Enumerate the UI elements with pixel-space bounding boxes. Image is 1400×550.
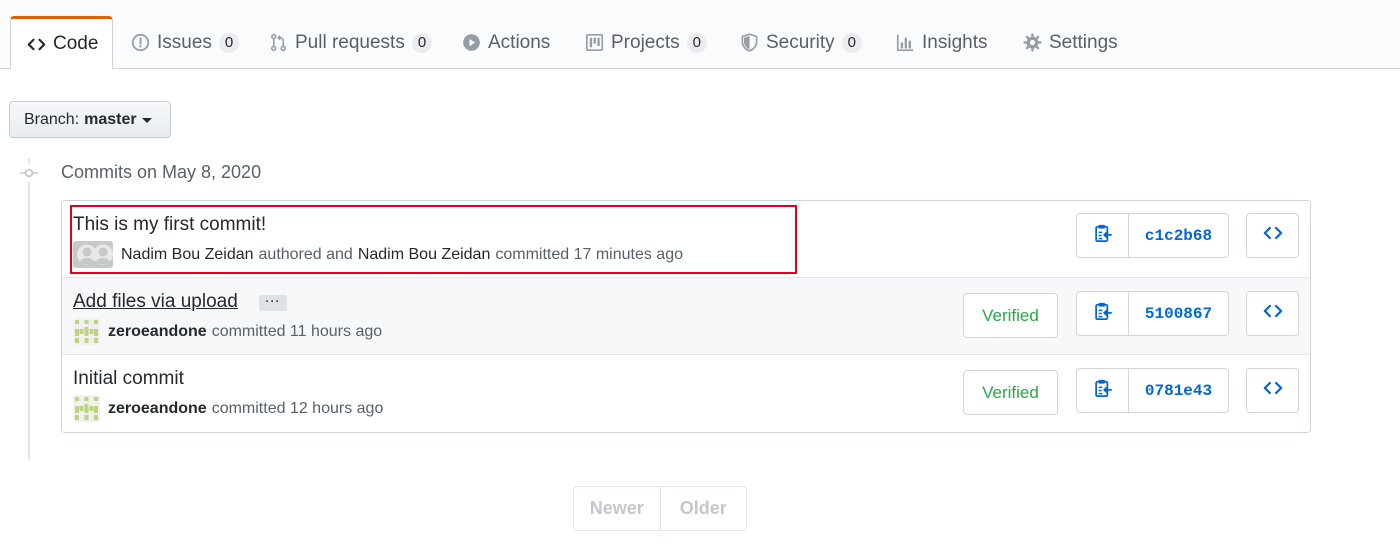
verified-badge[interactable]: Verified — [963, 293, 1058, 338]
project-icon — [584, 33, 604, 53]
browse-repo-button[interactable] — [1246, 368, 1299, 413]
branch-label: Branch: — [24, 110, 80, 128]
sha-button-group: 0781e43 — [1076, 368, 1229, 413]
committed-time: committed 17 minutes ago — [495, 245, 683, 263]
gear-icon — [1022, 33, 1042, 53]
committer-link[interactable]: Nadim Bou Zeidan — [358, 246, 491, 264]
avatar[interactable] — [73, 318, 100, 345]
tab-projects[interactable]: Projects 0 — [584, 16, 707, 69]
clippy-icon — [1093, 301, 1113, 326]
caret-down-icon — [141, 118, 152, 123]
code-icon — [1263, 223, 1283, 248]
tab-pull-requests[interactable]: Pull requests 0 — [268, 16, 433, 69]
browse-repo-button[interactable] — [1246, 291, 1299, 336]
committer-link[interactable]: zeroeandone — [108, 323, 207, 341]
tab-label: Settings — [1049, 31, 1118, 53]
tab-label: Security — [766, 31, 835, 53]
commit-meta: zeroeandone committed 12 hours ago — [73, 395, 388, 422]
tab-label: Pull requests — [295, 31, 405, 53]
issues-counter: 0 — [218, 32, 240, 53]
tab-settings[interactable]: Settings — [1022, 16, 1118, 69]
sha-button-group: c1c2b68 — [1076, 213, 1229, 258]
commit-row: This is my first commit! Nadim Bou Zeida… — [62, 201, 1310, 278]
commit-title-link[interactable]: This is my first commit! — [73, 214, 266, 236]
copy-sha-button[interactable] — [1077, 292, 1129, 335]
commit-meta: zeroeandone committed 11 hours ago — [73, 318, 387, 345]
tab-code[interactable]: Code — [10, 16, 113, 70]
authored-text: authored and — [258, 245, 353, 263]
tab-label: Actions — [488, 31, 551, 53]
tab-label: Projects — [611, 31, 680, 53]
tab-label: Code — [53, 33, 99, 54]
code-icon — [1263, 301, 1283, 326]
copy-sha-button[interactable] — [1077, 369, 1129, 412]
newer-button[interactable]: Newer — [574, 487, 661, 530]
code-icon — [1263, 378, 1283, 403]
repo-tab-bar: Code Issues 0 Pull requests 0 Actions Pr… — [0, 0, 1400, 70]
clippy-icon — [1093, 378, 1113, 403]
graph-icon — [895, 33, 915, 53]
avatar[interactable] — [73, 395, 100, 422]
pagination: Newer Older — [573, 486, 747, 531]
clippy-icon — [1093, 223, 1113, 248]
tab-label: Insights — [922, 31, 988, 53]
committed-time: committed 12 hours ago — [211, 399, 384, 417]
commit-sha-link[interactable]: c1c2b68 — [1129, 214, 1228, 257]
git-pull-request-icon — [268, 33, 288, 53]
code-icon — [27, 34, 46, 54]
author-link[interactable]: Nadim Bou Zeidan — [121, 246, 254, 264]
commit-sha-link[interactable]: 5100867 — [1129, 292, 1228, 335]
expand-message-button[interactable]: ··· — [259, 295, 287, 311]
copy-sha-button[interactable] — [1077, 214, 1129, 257]
tab-actions[interactable]: Actions — [461, 16, 550, 69]
committer-link[interactable]: zeroeandone — [108, 400, 207, 418]
sha-button-group: 5100867 — [1076, 291, 1229, 336]
projects-counter: 0 — [686, 32, 707, 53]
tab-insights[interactable]: Insights — [895, 16, 987, 69]
tab-security[interactable]: Security 0 — [739, 16, 862, 69]
commit-list: This is my first commit! Nadim Bou Zeida… — [61, 200, 1311, 433]
pull-requests-counter: 0 — [411, 32, 433, 53]
committed-time: committed 11 hours ago — [211, 322, 383, 340]
issue-opened-icon — [130, 33, 150, 53]
branch-name: master — [84, 110, 137, 128]
commit-title-link[interactable]: Add files via upload — [73, 291, 238, 313]
shield-icon — [739, 33, 759, 53]
git-commit-icon — [20, 164, 38, 182]
tab-issues[interactable]: Issues 0 — [130, 16, 240, 69]
commit-group-heading: Commits on May 8, 2020 — [61, 162, 262, 182]
security-counter: 0 — [841, 32, 862, 53]
verified-badge[interactable]: Verified — [963, 370, 1058, 415]
commit-title-link[interactable]: Initial commit — [73, 368, 184, 390]
commit-row: Initial commit zeroeandone committed 12 … — [62, 355, 1310, 432]
play-icon — [461, 33, 481, 53]
avatar[interactable] — [73, 241, 113, 268]
timeline-line — [28, 158, 30, 460]
commit-meta: Nadim Bou Zeidan authored and Nadim Bou … — [73, 241, 688, 268]
commit-row: Add files via upload ··· zeroeandone com… — [62, 278, 1310, 355]
branch-selector-button[interactable]: Branch: master — [9, 101, 171, 138]
browse-repo-button[interactable] — [1246, 213, 1299, 258]
older-button[interactable]: Older — [661, 487, 747, 530]
tab-label: Issues — [157, 31, 212, 53]
commit-sha-link[interactable]: 0781e43 — [1129, 369, 1228, 412]
